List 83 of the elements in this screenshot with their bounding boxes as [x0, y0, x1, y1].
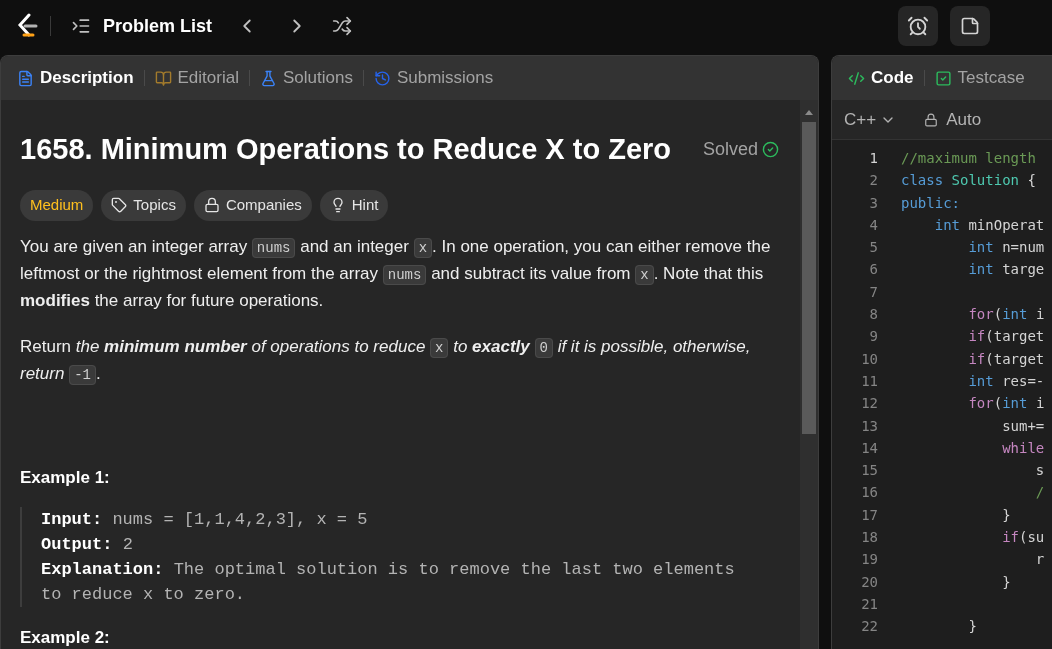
line-number: 13 [860, 416, 878, 436]
description-paragraph: You are given an integer array nums and an integer x . In one operation, you can either remove the leftmost or the rightmost element from the array nums and subtract its value from x . Note that this modifies the array for future operations. [20, 235, 772, 312]
line-number: 16 [860, 483, 878, 503]
code-line: sum+= [1001, 416, 1045, 436]
tag-button[interactable]: Topics [101, 189, 186, 221]
line-number: 19 [860, 550, 878, 570]
code-line: int minOperat [933, 215, 1045, 235]
example-line: Input: nums = [1,1,4,2,3], x = 5 [41, 509, 369, 531]
line-number: 9 [868, 327, 878, 347]
panel-tab[interactable]: Description [9, 61, 142, 95]
code-line: if(target [967, 327, 1045, 347]
tag-icon [111, 197, 128, 213]
line-number: 11 [860, 371, 878, 391]
line-number: 6 [868, 260, 878, 280]
scroll-up-icon[interactable] [804, 108, 814, 116]
panel-tab[interactable]: Submissions [365, 61, 502, 95]
checkbox-icon [934, 69, 952, 87]
history-icon [373, 69, 391, 87]
line-number: 14 [860, 438, 878, 458]
example-line: Explanation: The optimal solution is to remove the last two elements to reduce x to zero. [41, 559, 736, 606]
code-line: int res=- [967, 371, 1045, 391]
shuffle-icon[interactable] [332, 16, 353, 36]
line-number: 17 [860, 505, 878, 525]
alarm-clock-icon [907, 15, 929, 37]
document-icon [17, 69, 34, 87]
lock-icon [924, 112, 939, 127]
book-icon [154, 69, 172, 87]
code-line: int targe [967, 260, 1045, 280]
logo-icon[interactable] [16, 13, 38, 39]
code-line: class Solution { [901, 171, 1036, 191]
line-number: 12 [860, 394, 878, 414]
code-line: for(int i [967, 305, 1045, 325]
tag-button[interactable]: Hint [319, 189, 389, 221]
panel-tab[interactable]: Code [840, 61, 922, 95]
code-line: if(target [967, 349, 1045, 369]
line-number: 1 [868, 149, 878, 168]
line-number: 21 [860, 594, 878, 614]
flask-icon [259, 69, 277, 87]
code-line: while [1001, 438, 1045, 458]
code-line: for(int i [967, 394, 1045, 414]
example-heading: Example 1: [20, 466, 111, 489]
scroll-thumb[interactable] [802, 122, 816, 434]
lock-icon [203, 197, 220, 213]
line-number: 2 [868, 171, 878, 191]
code-line: public: [901, 193, 960, 213]
line-number: 10 [860, 349, 878, 369]
timer-button[interactable] [898, 6, 938, 46]
code-line: } [1001, 505, 1011, 525]
scrollbar[interactable] [800, 100, 818, 649]
code-icon [848, 69, 865, 87]
panel-tab[interactable]: Testcase [926, 61, 1033, 95]
language-select[interactable]: C++ [844, 106, 897, 133]
code-line: int n=num [967, 238, 1045, 258]
list-icon[interactable] [71, 16, 91, 36]
description-paragraph: Return the minimum number of operations to reduce x to exactly 0 if it is possible, otherwise, return -1 . [20, 335, 752, 387]
code-line: r [1034, 550, 1045, 570]
example-heading: Example 2: [20, 627, 111, 649]
line-number: 4 [868, 215, 878, 235]
code-line: s [1034, 461, 1045, 481]
line-number: 7 [868, 282, 878, 302]
line-number: 22 [860, 617, 878, 637]
tag-button[interactable]: Companies [193, 189, 312, 221]
code-line: } [1001, 572, 1011, 592]
problem-list-title[interactable]: Problem List [103, 12, 213, 40]
line-number: 15 [860, 461, 878, 481]
panel-tab[interactable]: Solutions [251, 61, 361, 95]
solved-status: Solved [702, 138, 758, 162]
example-line: Output: 2 [41, 534, 134, 556]
mode-label: Auto [946, 108, 982, 131]
difficulty-tag: Medium [20, 189, 94, 221]
code-line: / [1034, 483, 1045, 503]
problem-title: 1658. Minimum Operations to Reduce X to Zero [20, 132, 671, 167]
note-icon [960, 16, 980, 36]
code-line: } [967, 617, 977, 637]
line-number: 20 [860, 572, 878, 592]
panel-tab[interactable]: Editorial [146, 61, 247, 95]
code-line: if(su [1001, 528, 1045, 548]
notes-button[interactable] [950, 6, 990, 46]
line-number: 18 [860, 528, 878, 548]
line-number: 8 [868, 305, 878, 325]
line-number: 5 [868, 238, 878, 258]
line-number: 3 [868, 193, 878, 213]
code-line: //maximum length [901, 149, 1036, 168]
